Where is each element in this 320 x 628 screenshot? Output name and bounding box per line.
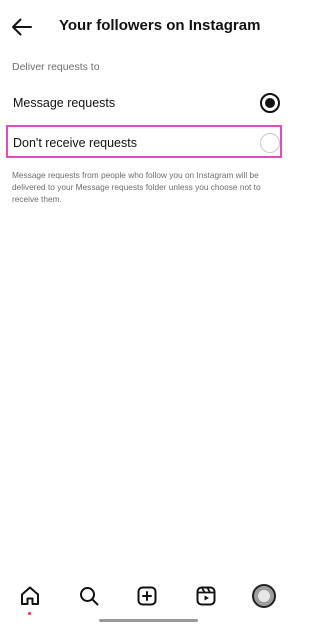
home-icon [21,586,39,605]
create-plus-icon [137,586,157,606]
bottom-nav [0,578,294,618]
arrow-left-icon [12,18,32,36]
nav-reels[interactable] [194,584,218,608]
option-label: Message requests [13,96,116,110]
option-message-requests[interactable]: Message requests [0,87,294,123]
nav-profile[interactable] [252,584,276,608]
nav-home[interactable] [18,584,42,615]
radio-selected[interactable] [260,93,280,113]
page-title: Your followers on Instagram [59,17,261,34]
profile-avatar-icon [258,590,270,602]
back-button[interactable] [10,15,34,39]
home-indicator[interactable] [99,619,198,622]
nav-create[interactable] [135,584,159,608]
search-icon [80,587,99,606]
nav-search[interactable] [77,584,101,608]
reels-icon [196,586,216,606]
active-indicator-dot [28,612,31,615]
header: Your followers on Instagram [0,0,294,54]
help-text: Message requests from people who follow … [12,170,261,204]
highlight-box [6,125,282,158]
section-label: Deliver requests to [12,61,100,73]
